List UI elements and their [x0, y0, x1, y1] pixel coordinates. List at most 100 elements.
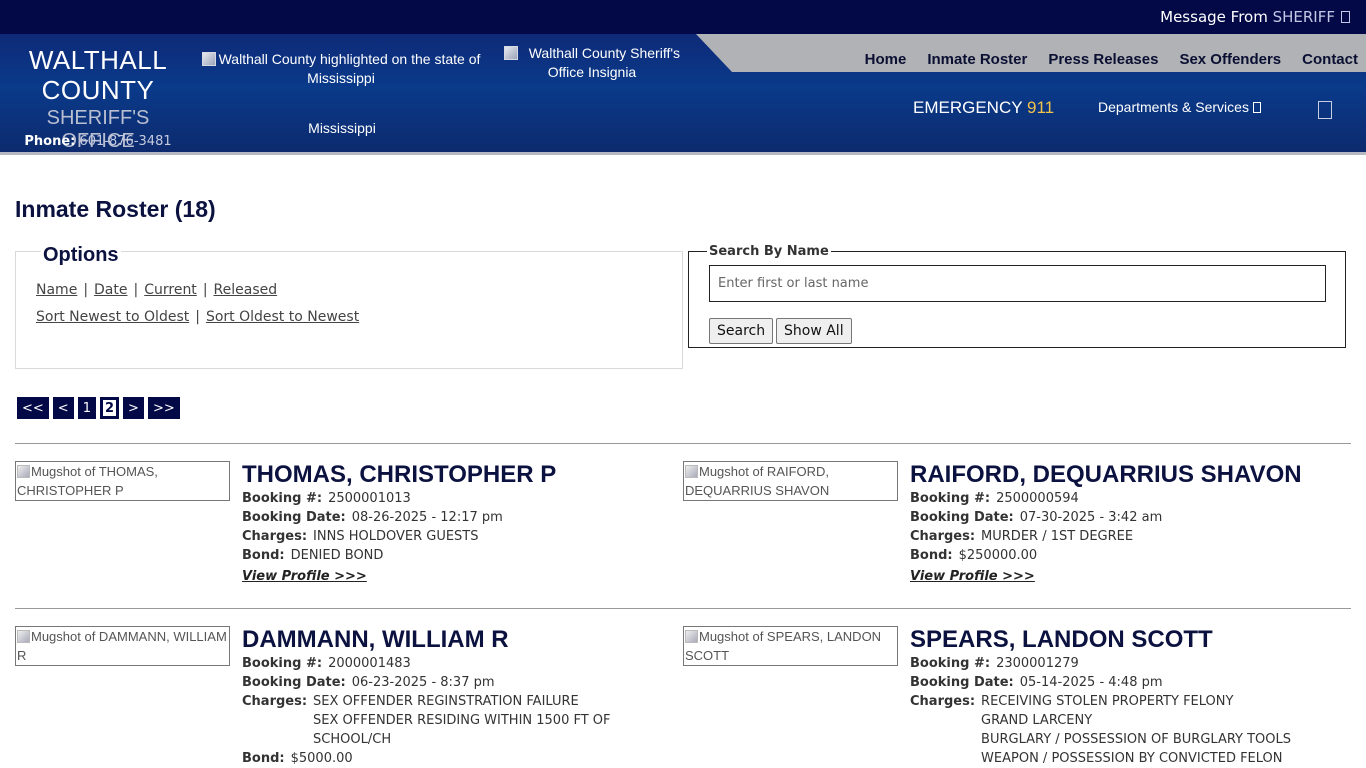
view-profile-link[interactable]: View Profile >>>: [910, 569, 1035, 584]
field-label: Booking #:: [910, 656, 991, 671]
phone-label: Phone:: [24, 134, 76, 149]
field-label: Booking #:: [242, 656, 323, 671]
booking-date-row: Booking Date: 05-14-2025 - 4:48 pm: [910, 673, 1340, 692]
inmate-card: Mugshot of SPEARS, LANDON SCOTT SPEARS, …: [683, 626, 1343, 768]
state-map-image: Walthall County highlighted on the state…: [198, 50, 484, 88]
booking-number-row: Booking #: 2300001279: [910, 654, 1340, 673]
mugshot-image[interactable]: Mugshot of SPEARS, LANDON SCOTT: [683, 626, 898, 666]
page-last[interactable]: >>: [147, 397, 180, 419]
options-legend: Options: [41, 244, 121, 267]
filter-date-link[interactable]: Date: [94, 282, 127, 298]
field-label: Booking Date:: [242, 675, 346, 690]
bond: DENIED BOND: [290, 548, 384, 563]
expand-icon: [1341, 11, 1350, 23]
field-label: Charges:: [910, 529, 976, 544]
separator: |: [195, 309, 200, 325]
booking-date-row: Booking Date: 08-26-2025 - 12:17 pm: [242, 508, 672, 527]
mugshot-image[interactable]: Mugshot of RAIFORD, DEQUARRIUS SHAVON: [683, 461, 898, 501]
field-label: Booking Date:: [910, 675, 1014, 690]
bond-row: Bond: DENIED BOND: [242, 546, 672, 565]
inmate-card: Mugshot of RAIFORD, DEQUARRIUS SHAVON RA…: [683, 461, 1343, 611]
page-1[interactable]: 1: [77, 397, 96, 419]
insignia-image: Walthall County Sheriff's Office Insigni…: [486, 44, 698, 82]
broken-image-icon: [17, 630, 30, 643]
broken-image-icon: [685, 630, 698, 643]
page-prev[interactable]: <: [52, 397, 74, 419]
nav-contact[interactable]: Contact: [1302, 51, 1358, 68]
charges-row: Charges: RECEIVING STOLEN PROPERTY FELONY…: [910, 692, 1340, 768]
site-logo[interactable]: WALTHALL COUNTY: [10, 45, 186, 105]
mugshot-alt: Mugshot of DAMMANN, WILLIAM R: [17, 629, 227, 663]
booking-date: 05-14-2025 - 4:48 pm: [1019, 675, 1163, 690]
broken-image-icon: [201, 52, 216, 66]
booking-number-row: Booking #: 2500001013: [242, 489, 672, 508]
page-next[interactable]: >: [123, 397, 144, 419]
field-label: Booking #:: [242, 491, 323, 506]
sort-oldest-link[interactable]: Sort Oldest to Newest: [206, 309, 359, 325]
phone-info: Phone: 601-876-3481: [10, 134, 186, 149]
nav-home[interactable]: Home: [865, 51, 907, 68]
mugshot-image[interactable]: Mugshot of THOMAS, CHRISTOPHER P: [15, 461, 230, 501]
filter-name-link[interactable]: Name: [36, 282, 77, 298]
mugshot-alt: Mugshot of SPEARS, LANDON SCOTT: [685, 629, 882, 663]
filter-links: Name | Date | Current | Released: [36, 282, 277, 298]
inmate-card: Mugshot of THOMAS, CHRISTOPHER P THOMAS,…: [15, 461, 675, 611]
sort-newest-link[interactable]: Sort Newest to Oldest: [36, 309, 189, 325]
show-all-button[interactable]: Show All: [776, 318, 852, 344]
row-divider: [15, 443, 1351, 444]
sort-links: Sort Newest to Oldest | Sort Oldest to New…: [36, 309, 359, 325]
mugshot-alt: Mugshot of THOMAS, CHRISTOPHER P: [17, 464, 158, 498]
search-button[interactable]: Search: [709, 318, 774, 344]
pagination: << < 1 2 > >>: [17, 397, 184, 419]
mugshot-image[interactable]: Mugshot of DAMMANN, WILLIAM R: [15, 626, 230, 666]
view-profile-link[interactable]: View Profile >>>: [242, 569, 367, 584]
booking-number: 2300001279: [996, 656, 1079, 671]
departments-label: Departments & Services: [1098, 99, 1249, 115]
charges-row: Charges: MURDER / 1ST DEGREE: [910, 527, 1340, 546]
bond: $250000.00: [958, 548, 1038, 563]
bond-row: Bond: $250000.00: [910, 546, 1340, 565]
charges: INNS HOLDOVER GUESTS: [313, 529, 479, 544]
separator: |: [202, 282, 208, 298]
menu-icon[interactable]: [1318, 101, 1332, 119]
nav-inmate-roster[interactable]: Inmate Roster: [927, 51, 1027, 68]
phone-number[interactable]: 601-876-3481: [80, 134, 172, 149]
separator: |: [133, 282, 139, 298]
main-nav: Home Inmate Roster Press Releases Sex Of…: [844, 51, 1358, 68]
field-label: Bond:: [910, 548, 953, 563]
state-map-alt: Walthall County highlighted on the state…: [218, 51, 481, 86]
filter-current-link[interactable]: Current: [144, 282, 197, 298]
booking-number: 2000001483: [328, 656, 411, 671]
inmate-name: SPEARS, LANDON SCOTT: [910, 626, 1213, 653]
broken-image-icon: [503, 46, 518, 60]
header-divider: [0, 152, 1366, 155]
page-title: Inmate Roster (18): [15, 196, 216, 222]
message-from-sheriff-link[interactable]: Message From SHERIFF: [1160, 8, 1350, 26]
booking-date: 08-26-2025 - 12:17 pm: [351, 510, 503, 525]
bond: $5000.00: [290, 751, 353, 766]
broken-image-icon: [685, 465, 698, 478]
nav-bar: Home Inmate Roster Press Releases Sex Of…: [696, 34, 1366, 72]
field-label: Charges:: [910, 694, 976, 709]
nav-sex-offenders[interactable]: Sex Offenders: [1179, 51, 1281, 68]
charges-row: Charges: SEX OFFENDER REGINSTRATION FAILU…: [242, 692, 672, 749]
departments-menu[interactable]: Departments & Services: [1098, 99, 1261, 115]
top-bar: Message From SHERIFF: [0, 0, 1366, 34]
field-label: Booking Date:: [910, 510, 1014, 525]
row-divider: [15, 608, 1351, 609]
filter-released-link[interactable]: Released: [214, 282, 278, 298]
inmate-name: DAMMANN, WILLIAM R: [242, 626, 509, 653]
inmate-name: THOMAS, CHRISTOPHER P: [242, 461, 557, 488]
emergency-label: EMERGENCY: [913, 98, 1023, 117]
search-panel: Search By Name Search Show All: [688, 244, 1346, 348]
inmate-info: DAMMANN, WILLIAM R Booking #: 2000001483 …: [242, 626, 672, 768]
state-label: Mississippi: [308, 120, 376, 136]
page-first[interactable]: <<: [17, 397, 49, 419]
emergency-number[interactable]: 911: [1027, 98, 1054, 117]
page-2-current[interactable]: 2: [99, 397, 120, 419]
inmate-info: SPEARS, LANDON SCOTT Booking #: 230000127…: [910, 626, 1340, 768]
inmate-info: THOMAS, CHRISTOPHER P Booking #: 25000010…: [242, 461, 672, 586]
nav-press-releases[interactable]: Press Releases: [1048, 51, 1158, 68]
search-legend: Search By Name: [707, 244, 831, 259]
search-input[interactable]: [709, 265, 1326, 302]
